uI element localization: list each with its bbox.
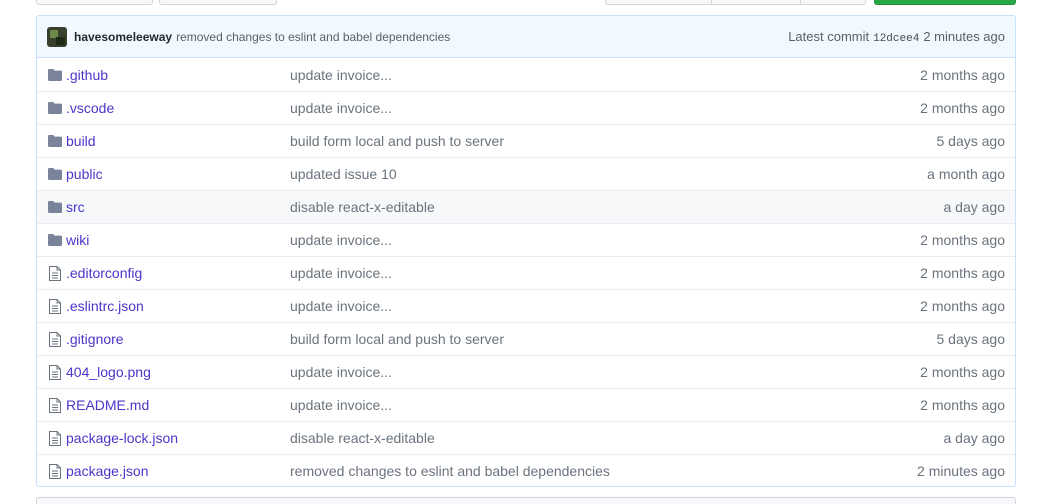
file-name-cell: .vscode (66, 100, 290, 116)
commit-author[interactable]: havesomeleeway (74, 30, 172, 44)
top-button-5[interactable] (800, 0, 866, 5)
file-name-link[interactable]: .editorconfig (66, 265, 142, 281)
file-age: 5 days ago (936, 133, 1006, 149)
file-row[interactable]: 404_logo.png update invoice... 2 months ag… (37, 355, 1015, 388)
file-row[interactable]: wiki update invoice... 2 months ago (37, 223, 1015, 256)
file-name-cell: .eslintrc.json (66, 298, 290, 314)
file-name-link[interactable]: .vscode (66, 100, 114, 116)
file-age: 2 months ago (920, 265, 1005, 281)
readme-box (36, 497, 1016, 504)
file-name-cell: 404_logo.png (66, 364, 290, 380)
file-commit-message[interactable]: disable react-x-editable (290, 199, 865, 215)
file-commit-message[interactable]: update invoice... (290, 298, 865, 314)
file-icon (47, 397, 63, 413)
file-name-link[interactable]: package-lock.json (66, 430, 178, 446)
file-commit-message[interactable]: removed changes to eslint and babel depe… (290, 463, 865, 479)
file-name-cell: build (66, 133, 290, 149)
file-commit-message[interactable]: disable react-x-editable (290, 430, 865, 446)
latest-commit-label: Latest commit (788, 28, 870, 44)
commit-sha[interactable]: 12dcee4 (873, 33, 919, 45)
file-age: a month ago (927, 166, 1005, 182)
commit-message[interactable]: removed changes to eslint and babel depe… (176, 30, 450, 44)
file-commit-message[interactable]: update invoice... (290, 100, 865, 116)
file-name-cell: README.md (66, 397, 290, 413)
file-name-link[interactable]: build (66, 133, 96, 149)
folder-icon (47, 68, 63, 82)
file-commit-message[interactable]: build form local and push to server (290, 331, 865, 347)
top-button-2[interactable] (159, 0, 277, 5)
avatar[interactable] (47, 26, 67, 47)
file-commit-message[interactable]: update invoice... (290, 265, 865, 281)
file-age: 2 months ago (920, 100, 1005, 116)
file-age: 2 minutes ago (917, 463, 1005, 479)
file-name-link[interactable]: wiki (66, 232, 89, 248)
file-browser: havesomeleeway removed changes to eslint… (36, 15, 1016, 487)
file-name-cell: public (66, 166, 290, 182)
folder-icon (47, 101, 63, 115)
file-row[interactable]: README.md update invoice... 2 months ago (37, 388, 1015, 421)
top-button-3[interactable] (605, 0, 712, 5)
file-name-link[interactable]: .eslintrc.json (66, 298, 144, 314)
file-icon (47, 298, 63, 314)
folder-icon (47, 233, 63, 247)
file-row[interactable]: public updated issue 10 a month ago (37, 157, 1015, 190)
file-name-link[interactable]: .github (66, 67, 108, 83)
commit-meta: Latest commit 12dcee4 2 minutes ago (788, 29, 1005, 45)
file-age: 2 months ago (920, 397, 1005, 413)
file-list: .github update invoice... 2 months ago .vsc… (37, 58, 1015, 486)
file-row[interactable]: package.json removed changes to eslint an… (37, 454, 1015, 486)
file-row[interactable]: .gitignore build form local and push to s… (37, 322, 1015, 355)
file-row[interactable]: .editorconfig update invoice... 2 months a… (37, 256, 1015, 289)
latest-commit-bar: havesomeleeway removed changes to eslint… (37, 16, 1015, 58)
file-row[interactable]: build build form local and push to server… (37, 124, 1015, 157)
file-commit-message[interactable]: update invoice... (290, 397, 865, 413)
file-name-cell: package-lock.json (66, 430, 290, 446)
file-row[interactable]: package-lock.json disable react-x-editabl… (37, 421, 1015, 454)
file-name-link[interactable]: .gitignore (66, 331, 124, 347)
file-age: 2 months ago (920, 364, 1005, 380)
file-row[interactable]: .eslintrc.json update invoice... 2 months … (37, 289, 1015, 322)
file-row[interactable]: src disable react-x-editable a day ago (37, 190, 1015, 223)
file-icon (47, 265, 63, 281)
commit-age: 2 minutes ago (923, 28, 1005, 44)
file-name-link[interactable]: 404_logo.png (66, 364, 151, 380)
file-age: 2 months ago (920, 66, 1005, 83)
file-age: 2 months ago (920, 298, 1005, 314)
file-name-link[interactable]: README.md (66, 397, 149, 413)
file-row[interactable]: .vscode update invoice... 2 months ago (37, 91, 1015, 124)
file-name-cell: .editorconfig (66, 265, 290, 281)
file-row[interactable]: .github update invoice... 2 months ago (37, 58, 1015, 91)
folder-icon (47, 167, 63, 181)
top-button-1[interactable] (36, 0, 153, 5)
file-age: a day ago (943, 430, 1006, 446)
file-commit-message[interactable]: update invoice... (290, 67, 865, 83)
top-button-4[interactable] (711, 0, 801, 5)
file-name-link[interactable]: public (66, 166, 103, 182)
file-name-cell: .gitignore (66, 331, 290, 347)
file-name-cell: .github (66, 67, 290, 83)
file-name-cell: src (66, 199, 290, 215)
file-name-cell: wiki (66, 232, 290, 248)
file-icon (47, 364, 63, 380)
folder-icon (47, 200, 63, 214)
file-commit-message[interactable]: updated issue 10 (290, 166, 865, 182)
file-name-link[interactable]: src (66, 199, 85, 215)
file-name-cell: package.json (66, 463, 290, 479)
folder-icon (47, 134, 63, 148)
file-icon (47, 331, 63, 347)
file-icon (47, 463, 63, 479)
file-name-link[interactable]: package.json (66, 463, 149, 479)
file-commit-message[interactable]: build form local and push to server (290, 133, 865, 149)
file-icon (47, 430, 63, 446)
file-age: 2 months ago (920, 232, 1005, 248)
file-commit-message[interactable]: update invoice... (290, 364, 865, 380)
clone-download-button[interactable] (874, 0, 1016, 5)
file-age: 5 days ago (936, 331, 1006, 347)
file-age: a day ago (943, 199, 1006, 215)
file-commit-message[interactable]: update invoice... (290, 232, 865, 248)
